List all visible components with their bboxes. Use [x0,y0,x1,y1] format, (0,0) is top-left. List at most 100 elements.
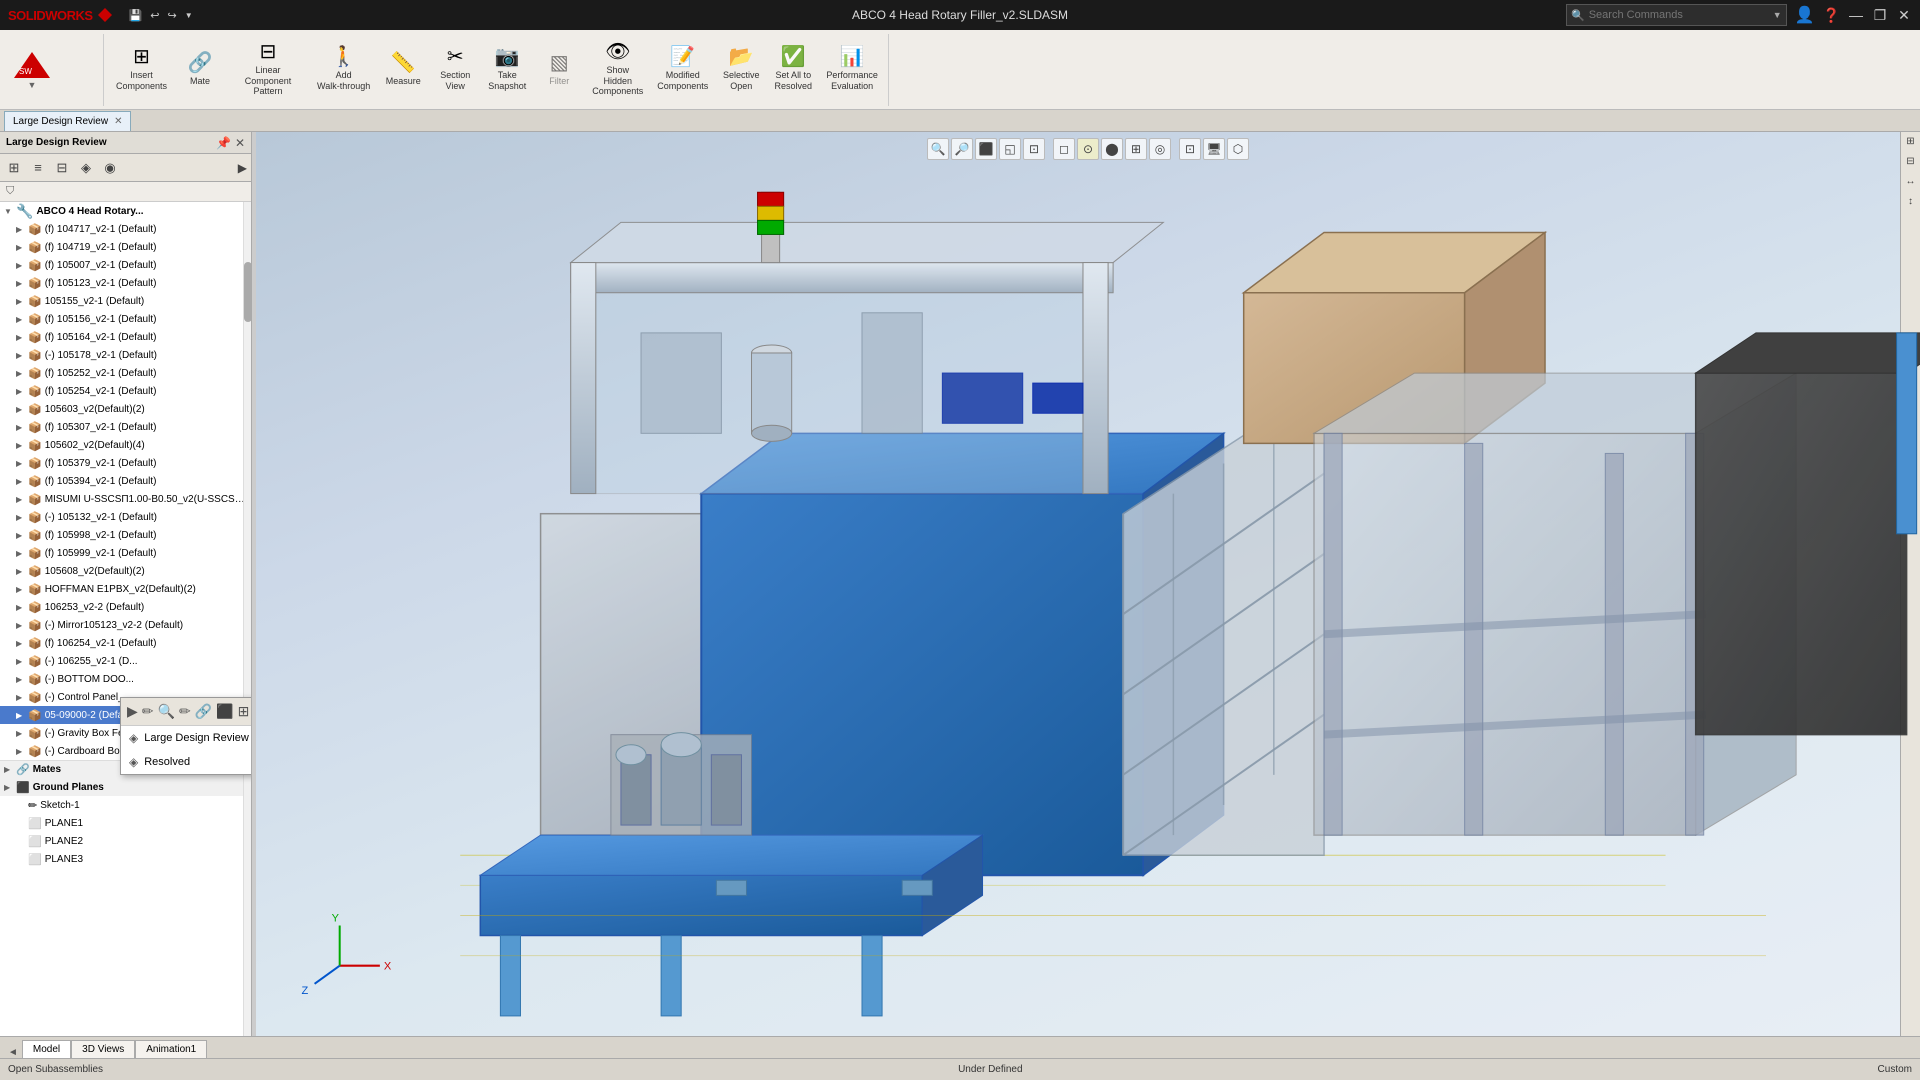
ti18-arrow[interactable]: ▶ [16,549,28,558]
cm-icon-5[interactable]: 🔗 [195,703,212,720]
model-tab-model[interactable]: Model [22,1040,71,1058]
tree-item-9[interactable]: ▶ 📦 (f) 105254_v2-1 (Default) [0,382,251,400]
tree-item-1[interactable]: ▶ 📦 (f) 104719_v2-1 (Default) [0,238,251,256]
ti2-arrow[interactable]: ▶ [16,261,28,270]
gp-arrow[interactable]: ▶ [4,783,16,792]
minimize-btn[interactable]: — [1848,7,1864,23]
cm-icon-3[interactable]: 🔍 [158,703,175,720]
tree-item-22[interactable]: ▶ 📦 (-) Mirror105123_v2-2 (Default) [0,616,251,634]
cm-icon-4[interactable]: ✏ [179,703,191,720]
ti10-arrow[interactable]: ▶ [16,405,28,414]
ti1-arrow[interactable]: ▶ [16,243,28,252]
nav-btn-4[interactable]: ◱ [999,138,1021,160]
search-dropdown-icon[interactable]: ▼ [1773,10,1782,20]
ti13-arrow[interactable]: ▶ [16,459,28,468]
insert-components-btn[interactable]: ⊞ Insert Components [110,38,173,102]
tree-item-15[interactable]: ▶ 📦 MISUMI U-SSCSП1.00-B0.50_v2(U-SSCSP(… [0,490,251,508]
nav-btn-2[interactable]: 🔎 [951,138,973,160]
pib-icon-5[interactable]: ◉ [100,158,120,178]
pib-icon-4[interactable]: ◈ [76,158,96,178]
tree-item-5[interactable]: ▶ 📦 (f) 105156_v2-1 (Default) [0,310,251,328]
ground-planes-item[interactable]: ▶ ⬛ Ground Planes [0,778,251,796]
ti4-arrow[interactable]: ▶ [16,297,28,306]
nav-btn-10[interactable]: ◎ [1149,138,1171,160]
ti19-arrow[interactable]: ▶ [16,567,28,576]
nav-btn-12[interactable]: 🖥 [1203,138,1225,160]
cm-icon-2[interactable]: ✏ [142,703,154,720]
ti26-arrow[interactable]: ▶ [16,693,28,702]
tree-item-23[interactable]: ▶ 📦 (f) 106254_v2-1 (Default) [0,634,251,652]
mates-arrow[interactable]: ▶ [4,765,16,774]
ti0-arrow[interactable]: ▶ [16,225,28,234]
tree-item-20[interactable]: ▶ 📦 HOFFMAN E1PBX_v2(Default)(2) [0,580,251,598]
show-hidden-btn[interactable]: 👁 Show Hidden Components [586,38,649,102]
pib-icon-2[interactable]: ≡ [28,158,48,178]
ti24-arrow[interactable]: ▶ [16,657,28,666]
pib-icon-1[interactable]: ⊞ [4,158,24,178]
ti25-arrow[interactable]: ▶ [16,675,28,684]
cm-item-resolved[interactable]: ◈ Resolved [121,750,252,774]
nav-btn-6[interactable]: ◻ [1053,138,1075,160]
ti5-arrow[interactable]: ▶ [16,315,28,324]
mate-btn[interactable]: 🔗 Mate [175,38,225,102]
quick-access-undo[interactable]: ↩ [150,9,159,22]
cm-icon-1[interactable]: ▶ [127,703,138,720]
ti28-arrow[interactable]: ▶ [16,729,28,738]
large-design-review-tab[interactable]: Large Design Review ✕ [4,111,131,131]
tree-item-24[interactable]: ▶ 📦 (-) 106255_v2-1 (D... [0,652,251,670]
nav-btn-8[interactable]: ⬤ [1101,138,1123,160]
nav-btn-9[interactable]: ⊞ [1125,138,1147,160]
viewport[interactable]: 🔍 🔎 ⬛ ◱ ⊡ ◻ ⊙ ⬤ ⊞ ◎ ⊡ 🖥 ⬡ ⊞ ⊟ ↔ ↕ [256,132,1920,1036]
tree-item-19[interactable]: ▶ 📦 105608_v2(Default)(2) [0,562,251,580]
quick-access-redo[interactable]: ↪ [167,9,176,22]
ti11-arrow[interactable]: ▶ [16,423,28,432]
measure-btn[interactable]: 📏 Measure [378,38,428,102]
help-icon[interactable]: ❓ [1823,7,1840,24]
cm-icon-6[interactable]: ⬛ [216,703,233,720]
tree-item-13[interactable]: ▶ 📦 (f) 105379_v2-1 (Default) [0,454,251,472]
tree-item-0[interactable]: ▶ 📦 (f) 104717_v2-1 (Default) [0,220,251,238]
ti8-arrow[interactable]: ▶ [16,369,28,378]
ti12-arrow[interactable]: ▶ [16,441,28,450]
ti15-arrow[interactable]: ▶ [16,495,28,504]
tree-item-3[interactable]: ▶ 📦 (f) 105123_v2-1 (Default) [0,274,251,292]
tree-item-11[interactable]: ▶ 📦 (f) 105307_v2-1 (Default) [0,418,251,436]
tree-item-16[interactable]: ▶ 📦 (-) 105132_v2-1 (Default) [0,508,251,526]
ti3-arrow[interactable]: ▶ [16,279,28,288]
nav-btn-13[interactable]: ⬡ [1227,138,1249,160]
ti29-arrow[interactable]: ▶ [16,747,28,756]
quick-access-save[interactable]: 💾 [129,9,143,22]
take-snapshot-btn[interactable]: 📷 Take Snapshot [482,38,532,102]
plane1-item[interactable]: ⬜ PLANE1 [0,814,251,832]
tree-container[interactable]: ▼ 🔧 ABCO 4 Head Rotary... ▶ 📦 (f) 104717… [0,202,251,1036]
performance-evaluation-btn[interactable]: 📊 Performance Evaluation [820,38,884,102]
model-tab-animation1[interactable]: Animation1 [135,1040,207,1058]
filter-btn[interactable]: ▧ Filter [534,38,584,102]
model-tab-3dviews[interactable]: 3D Views [71,1040,135,1058]
ldr-tab-close[interactable]: ✕ [114,116,122,127]
tree-item-14[interactable]: ▶ 📦 (f) 105394_v2-1 (Default) [0,472,251,490]
close-btn[interactable]: ✕ [1896,7,1912,23]
tree-root[interactable]: ▼ 🔧 ABCO 4 Head Rotary... [0,202,251,220]
quick-access-more[interactable]: ▼ [185,11,193,20]
search-input[interactable] [1589,9,1769,21]
user-icon[interactable]: 👤 [1795,5,1815,25]
nav-btn-7[interactable]: ⊙ [1077,138,1099,160]
plane3-item[interactable]: ⬜ PLANE3 [0,850,251,868]
tree-item-7[interactable]: ▶ 📦 (-) 105178_v2-1 (Default) [0,346,251,364]
cm-icon-7[interactable]: ⊞ [238,703,250,720]
plane2-item[interactable]: ⬜ PLANE2 [0,832,251,850]
tree-item-18[interactable]: ▶ 📦 (f) 105999_v2-1 (Default) [0,544,251,562]
ti14-arrow[interactable]: ▶ [16,477,28,486]
section-view-btn[interactable]: ✂ Section View [430,38,480,102]
sketch-item[interactable]: ✏ Sketch-1 [0,796,251,814]
tree-item-21[interactable]: ▶ 📦 106253_v2-2 (Default) [0,598,251,616]
panel-pin-icon[interactable]: 📌 [216,136,231,150]
tree-item-4[interactable]: ▶ 📦 105155_v2-1 (Default) [0,292,251,310]
tree-item-8[interactable]: ▶ 📦 (f) 105252_v2-1 (Default) [0,364,251,382]
nav-btn-3[interactable]: ⬛ [975,138,997,160]
ti22-arrow[interactable]: ▶ [16,621,28,630]
nav-btn-11[interactable]: ⊡ [1179,138,1201,160]
linear-component-pattern-btn[interactable]: ⊟ Linear Component Pattern [227,38,309,102]
add-walkthrough-btn[interactable]: 🚶 Add Walk-through [311,38,376,102]
